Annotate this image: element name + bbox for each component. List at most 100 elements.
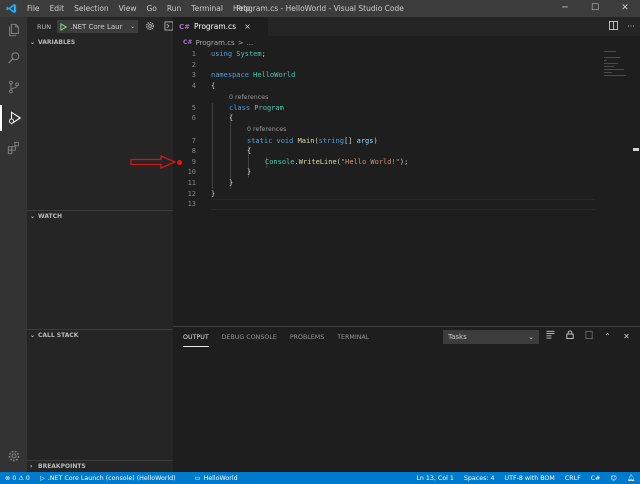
tab-output[interactable]: OUTPUT [183, 332, 209, 347]
split-editor-icon[interactable] [604, 21, 622, 32]
run-debug-icon[interactable] [0, 105, 27, 131]
close-window-button[interactable]: ✕ [610, 0, 640, 17]
menu-bar: File Edit Selection View Go Run Terminal… [22, 0, 255, 17]
encoding[interactable]: UTF-8 with BOM [505, 475, 555, 482]
project-status[interactable]: ▭ HelloWorld [195, 475, 238, 482]
line-number: 2 [191, 60, 196, 69]
line-number: 12 [187, 189, 196, 198]
cursor-marker [633, 148, 639, 151]
end-of-line[interactable]: CRLF [565, 475, 581, 482]
vscode-logo-icon [0, 0, 22, 17]
breakpoints-section-header[interactable]: › BREAKPOINTS [27, 460, 173, 471]
settings-gear-icon[interactable] [0, 443, 27, 469]
maximize-panel-icon[interactable]: ⌃ [598, 330, 617, 344]
problems-status[interactable]: ⊗ 0 ⚠ 0 [5, 475, 30, 482]
extensions-icon[interactable] [0, 135, 27, 161]
output-channel-select[interactable]: Tasks ⌄ [443, 330, 539, 344]
chevron-right-icon: › [30, 462, 33, 470]
code-editor[interactable]: 1 2 3 4 5 6 7 8 9 10 11 12 13 using Syst… [173, 49, 640, 326]
semicolon: ; [261, 50, 266, 58]
notifications-bell-icon[interactable]: 🔔︎ [627, 474, 635, 482]
launch-status-label: .NET Core Launch (console) (HelloWorld) [47, 474, 176, 482]
code-line-3: namespace HelloWorld [211, 70, 295, 81]
code-line-8: { [247, 147, 252, 156]
line-number: 13 [187, 200, 196, 209]
explorer-icon[interactable] [0, 17, 27, 43]
line-number: 11 [187, 178, 196, 187]
class-ref: Console [265, 157, 295, 166]
minimap[interactable] [604, 49, 628, 89]
menu-terminal[interactable]: Terminal [186, 0, 228, 17]
keyword: using [211, 50, 233, 58]
line-number-gutter[interactable]: 1 2 3 4 5 6 7 8 9 10 11 12 13 [173, 49, 199, 326]
clear-output-icon[interactable] [541, 330, 560, 344]
code-line-4: { [211, 81, 216, 90]
output-channel-value: Tasks [448, 333, 467, 341]
breadcrumb-separator: > [237, 38, 244, 47]
gear-icon[interactable] [145, 21, 155, 33]
call-stack-title: CALL STACK [38, 331, 79, 339]
breadcrumb-file[interactable]: Program.cs [195, 39, 234, 47]
close-tab-icon[interactable]: × [244, 22, 251, 31]
keyword: string [318, 136, 344, 145]
maximize-button[interactable]: ☐ [580, 0, 610, 17]
feedback-icon[interactable]: ☺ [610, 475, 617, 482]
paren: ); [399, 157, 409, 166]
vertical-scrollbar[interactable] [632, 49, 640, 326]
open-log-icon[interactable] [579, 330, 598, 344]
menu-go[interactable]: Go [141, 0, 161, 17]
run-toolbar: RUN .NET Core Laur ⌄ [27, 17, 174, 36]
line-number: 3 [191, 71, 196, 80]
watch-title: WATCH [38, 212, 63, 220]
close-panel-icon[interactable]: ✕ [617, 330, 636, 344]
launch-status[interactable]: ▷ .NET Core Launch (console) (HelloWorld… [40, 475, 176, 482]
code-line-6: { [229, 114, 234, 123]
cursor-position[interactable]: Ln 13, Col 1 [416, 475, 454, 482]
language-mode[interactable]: C# [591, 475, 601, 482]
menu-view[interactable]: View [114, 0, 142, 17]
code-line-7: static void Main(string[] args) [247, 136, 378, 147]
more-actions-icon[interactable]: ··· [622, 22, 640, 31]
namespace-name: HelloWorld [253, 71, 296, 80]
code-area[interactable]: using System; namespace HelloWorld { 0 r… [211, 49, 601, 326]
launch-config-label: .NET Core Laur [70, 22, 123, 31]
namespace-ref: System [236, 50, 262, 58]
source-control-icon[interactable] [0, 74, 27, 100]
status-bar: ⊗ 0 ⚠ 0 ▷ .NET Core Launch (console) (He… [0, 472, 640, 484]
indentation[interactable]: Spaces: 4 [464, 475, 495, 482]
run-side-bar: RUN .NET Core Laur ⌄ ⌄ VARIABLES ⌄ WATCH… [27, 17, 174, 472]
menu-help[interactable]: Help [228, 0, 255, 17]
variables-section-header[interactable]: ⌄ VARIABLES [27, 37, 173, 48]
csharp-file-icon: C# [183, 39, 193, 46]
activity-bar [0, 17, 27, 472]
breakpoint-dot[interactable] [177, 159, 182, 165]
project-label: HelloWorld [203, 474, 238, 482]
watch-section-header[interactable]: ⌄ WATCH [27, 210, 173, 221]
annotation-arrow-icon [130, 155, 176, 169]
lock-icon[interactable] [560, 330, 579, 344]
codelens-method-references[interactable]: 0 references [247, 125, 286, 135]
breakpoints-title: BREAKPOINTS [38, 462, 86, 470]
tab-program-cs[interactable]: C# Program.cs × [173, 17, 268, 36]
menu-edit[interactable]: Edit [45, 0, 70, 17]
breadcrumb-more[interactable]: ... [247, 39, 254, 47]
menu-file[interactable]: File [22, 0, 45, 17]
method-name: Main [297, 136, 315, 145]
chevron-down-icon: ⌄ [528, 333, 534, 341]
parameter: args [356, 136, 374, 145]
start-debug-icon[interactable] [60, 22, 68, 31]
launch-config-select[interactable]: .NET Core Laur ⌄ [57, 20, 139, 33]
brackets: [] [343, 136, 357, 145]
tab-problems[interactable]: PROBLEMS [290, 332, 324, 347]
search-icon[interactable] [0, 45, 27, 71]
minimize-button[interactable]: ─ [550, 0, 580, 17]
call-stack-section-header[interactable]: ⌄ CALL STACK [27, 329, 173, 340]
string-literal: "Hello World!" [340, 157, 400, 166]
menu-selection[interactable]: Selection [69, 0, 114, 17]
codelens-class-references[interactable]: 0 references [229, 93, 268, 103]
tab-debug-console[interactable]: DEBUG CONSOLE [222, 332, 277, 347]
code-line-11: } [229, 178, 234, 187]
line-number: 10 [187, 168, 196, 177]
menu-run[interactable]: Run [162, 0, 186, 17]
tab-terminal[interactable]: TERMINAL [337, 332, 369, 347]
